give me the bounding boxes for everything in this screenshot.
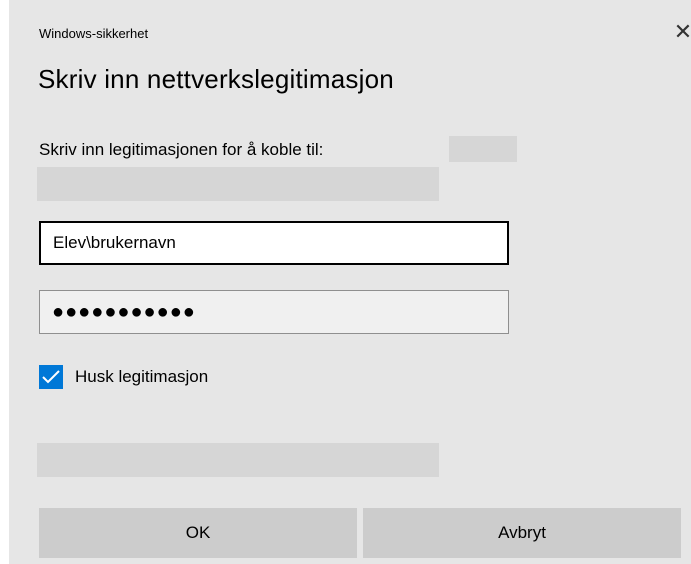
- password-field[interactable]: ●●●●●●●●●●●: [39, 290, 509, 334]
- dialog-heading: Skriv inn nettverkslegitimasjon: [38, 64, 394, 94]
- ok-button[interactable]: OK: [39, 508, 357, 558]
- connect-prompt: Skriv inn legitimasjonen for å koble til…: [39, 140, 324, 159]
- remember-credentials-checkbox[interactable]: Husk legitimasjon: [39, 365, 208, 389]
- close-icon: ✕: [673, 19, 691, 44]
- window-title: Windows-sikkerhet: [39, 26, 149, 41]
- checkbox-checked-icon[interactable]: [39, 365, 63, 389]
- username-field[interactable]: Elev\brukernavn: [39, 221, 509, 265]
- security-dialog: Windows-sikkerhet ✕ Skriv inn nettverksl…: [9, 0, 691, 564]
- remember-label: Husk legitimasjon: [75, 367, 209, 386]
- redacted-server-name: [449, 136, 517, 162]
- redacted-info-line: [37, 167, 439, 201]
- cancel-button[interactable]: Avbryt: [363, 508, 681, 558]
- close-button[interactable]: ✕: [669, 18, 691, 46]
- redacted-link: [37, 443, 439, 477]
- checkmark-icon: [42, 370, 60, 384]
